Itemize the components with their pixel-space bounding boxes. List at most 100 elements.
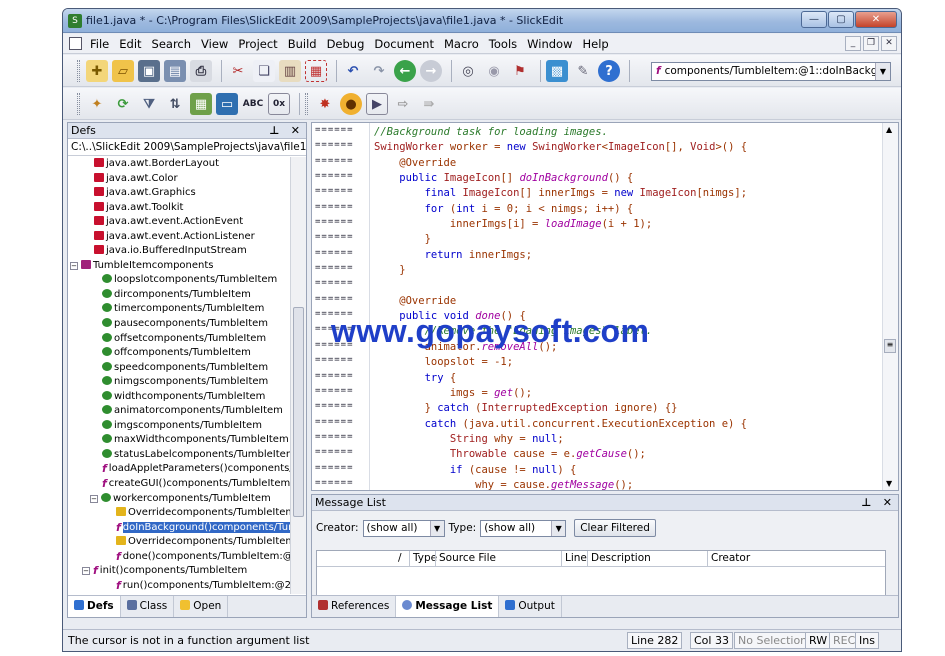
close-button[interactable]: ✕	[855, 11, 897, 28]
scroll-thumb[interactable]: ≡	[884, 339, 896, 353]
code-line[interactable]: imgs = get();	[374, 386, 879, 401]
tree-item[interactable]: java.awt.BorderLayout	[68, 157, 290, 172]
tree-item[interactable]: widthcomponents/TumbleItem	[68, 390, 290, 405]
tree-item[interactable]: offsetcomponents/TumbleItem	[68, 332, 290, 347]
tree-item[interactable]: java.awt.event.ActionListener	[68, 230, 290, 245]
code-line[interactable]: if (cause != null) {	[374, 463, 879, 478]
tab-open[interactable]: Open	[174, 596, 229, 617]
tree-item[interactable]: nimgscomponents/TumbleItem	[68, 375, 290, 390]
forward-icon[interactable]: →	[420, 60, 442, 82]
tree-item[interactable]: − f init()components/TumbleItem	[68, 564, 290, 579]
tree-item[interactable]: timercomponents/TumbleItem	[68, 302, 290, 317]
toolbar-grip[interactable]	[77, 93, 80, 115]
message-grid[interactable]: / Type Source File Line Description Crea…	[316, 550, 886, 598]
column-header[interactable]: Line	[561, 551, 587, 566]
tree-item[interactable]: f createGUI()components/TumbleItem	[68, 477, 290, 492]
tab-message-list[interactable]: Message List	[396, 596, 500, 617]
menu-item-help[interactable]: Help	[582, 37, 608, 51]
find-icon[interactable]: ◎	[457, 60, 479, 82]
title-bar[interactable]: S file1.java * - C:\Program Files\SlickE…	[63, 9, 901, 33]
scroll-down-icon[interactable]: ▼	[886, 479, 892, 488]
toolbar-grip[interactable]	[77, 60, 80, 82]
menu-item-project[interactable]: Project	[238, 37, 277, 51]
back-icon[interactable]: ←	[394, 60, 416, 82]
column-indicator[interactable]: Col 33	[690, 632, 733, 649]
read-write-indicator[interactable]: RW	[805, 632, 832, 649]
code-line[interactable]: //Background task for loading images.	[374, 125, 879, 140]
tree-item[interactable]: f loadAppletParameters()components/Tu	[68, 462, 290, 477]
column-header[interactable]: Source File	[435, 551, 496, 566]
code-line[interactable]	[374, 278, 879, 293]
chevron-down-icon[interactable]: ▼	[551, 520, 566, 536]
debug-step-icon[interactable]: ⇨	[392, 93, 414, 115]
tree-item[interactable]: f done()components/TumbleItem:@1	[68, 550, 290, 565]
clear-filtered-button[interactable]: Clear Filtered	[574, 519, 656, 537]
projects-window-icon[interactable]: ▩	[546, 60, 568, 82]
tree-item[interactable]: statusLabelcomponents/TumbleItem	[68, 448, 290, 463]
hex-icon[interactable]: 0x	[268, 93, 290, 115]
menu-item-file[interactable]: File	[90, 37, 109, 51]
editor-scrollbar[interactable]: ▲ ≡ ▼	[882, 123, 898, 490]
pin-icon[interactable]: ⊥	[269, 124, 279, 137]
column-header[interactable]: Description	[587, 551, 651, 566]
chevron-down-icon[interactable]: ▼	[429, 520, 444, 536]
menu-item-macro[interactable]: Macro	[444, 37, 479, 51]
collapse-toggle[interactable]: −	[82, 567, 90, 576]
pin-icon[interactable]: ⊥	[861, 496, 871, 509]
help-icon[interactable]: ?	[598, 60, 620, 82]
code-line[interactable]: Throwable cause = e.getCause();	[374, 447, 879, 462]
tab-output[interactable]: Output	[499, 596, 562, 617]
code-line[interactable]: final ImageIcon[] innerImgs = new ImageI…	[374, 186, 879, 201]
menu-item-edit[interactable]: Edit	[119, 37, 141, 51]
menu-item-build[interactable]: Build	[288, 37, 317, 51]
paste-icon[interactable]: ▥	[279, 60, 301, 82]
code-line[interactable]: catch (java.util.concurrent.ExecutionExc…	[374, 417, 879, 432]
tools-icon[interactable]: ✎	[572, 60, 594, 82]
doc-restore-button[interactable]: ❐	[863, 36, 879, 51]
print-icon[interactable]: ⎙	[190, 60, 212, 82]
find-next-icon[interactable]: ◉	[483, 60, 505, 82]
tree-item[interactable]: Overridecomponents/TumbleItem:@	[68, 506, 290, 521]
tree-item[interactable]: pausecomponents/TumbleItem	[68, 317, 290, 332]
tree-item[interactable]: Overridecomponents/TumbleItem:@	[68, 535, 290, 550]
menu-item-view[interactable]: View	[201, 37, 228, 51]
copy-icon[interactable]: ❏	[253, 60, 275, 82]
new-file-icon[interactable]: ✚	[86, 60, 108, 82]
debug-step-over-icon[interactable]: ⇛	[418, 93, 440, 115]
insert-mode-indicator[interactable]: Ins	[855, 632, 879, 649]
diff-icon[interactable]: ⇅	[164, 93, 186, 115]
cut-icon[interactable]: ✂	[227, 60, 249, 82]
tree-item[interactable]: java.awt.Toolkit	[68, 201, 290, 216]
spell-check-icon[interactable]: ABC	[242, 93, 264, 115]
type-filter-select[interactable]: (show all) ▼	[480, 519, 567, 537]
tree-item[interactable]: dircomponents/TumbleItem	[68, 288, 290, 303]
code-line[interactable]: return innerImgs;	[374, 248, 879, 263]
minimize-button[interactable]: —	[801, 11, 827, 28]
filter-icon[interactable]: ⧩	[138, 93, 160, 115]
menu-item-document[interactable]: Document	[374, 37, 434, 51]
code-line[interactable]: }	[374, 232, 879, 247]
menu-item-search[interactable]: Search	[152, 37, 192, 51]
collapse-toggle[interactable]: −	[90, 494, 98, 503]
code-line[interactable]: @Override	[374, 156, 879, 171]
tab-defs[interactable]: Defs	[68, 596, 121, 617]
tree-item[interactable]: − workercomponents/TumbleItem	[68, 492, 290, 507]
code-line[interactable]: }	[374, 263, 879, 278]
command-shell-icon[interactable]: ▭	[216, 93, 238, 115]
close-icon[interactable]: ✕	[883, 496, 892, 509]
maximize-button[interactable]: ▢	[828, 11, 854, 28]
code-line[interactable]: loopslot = -1;	[374, 355, 879, 370]
scroll-up-icon[interactable]: ▲	[886, 125, 892, 134]
execute-icon[interactable]: ▶	[366, 93, 388, 115]
menu-item-window[interactable]: Window	[527, 37, 572, 51]
code-line[interactable]: for (int i = 0; i < nimgs; i++) {	[374, 202, 879, 217]
code-line[interactable]: @Override	[374, 294, 879, 309]
code-editor[interactable]: ====== ====== ====== ====== ====== ====== ====…	[311, 122, 899, 491]
beautify-icon[interactable]: ✦	[86, 93, 108, 115]
tree-item[interactable]: maxWidthcomponents/TumbleItem	[68, 433, 290, 448]
code-area[interactable]: //Background task for loading images. Swi…	[374, 125, 879, 490]
document-icon[interactable]	[69, 37, 82, 50]
code-line[interactable]: try {	[374, 371, 879, 386]
column-header[interactable]: Creator	[707, 551, 750, 566]
line-indicator[interactable]: Line 282	[627, 632, 683, 649]
